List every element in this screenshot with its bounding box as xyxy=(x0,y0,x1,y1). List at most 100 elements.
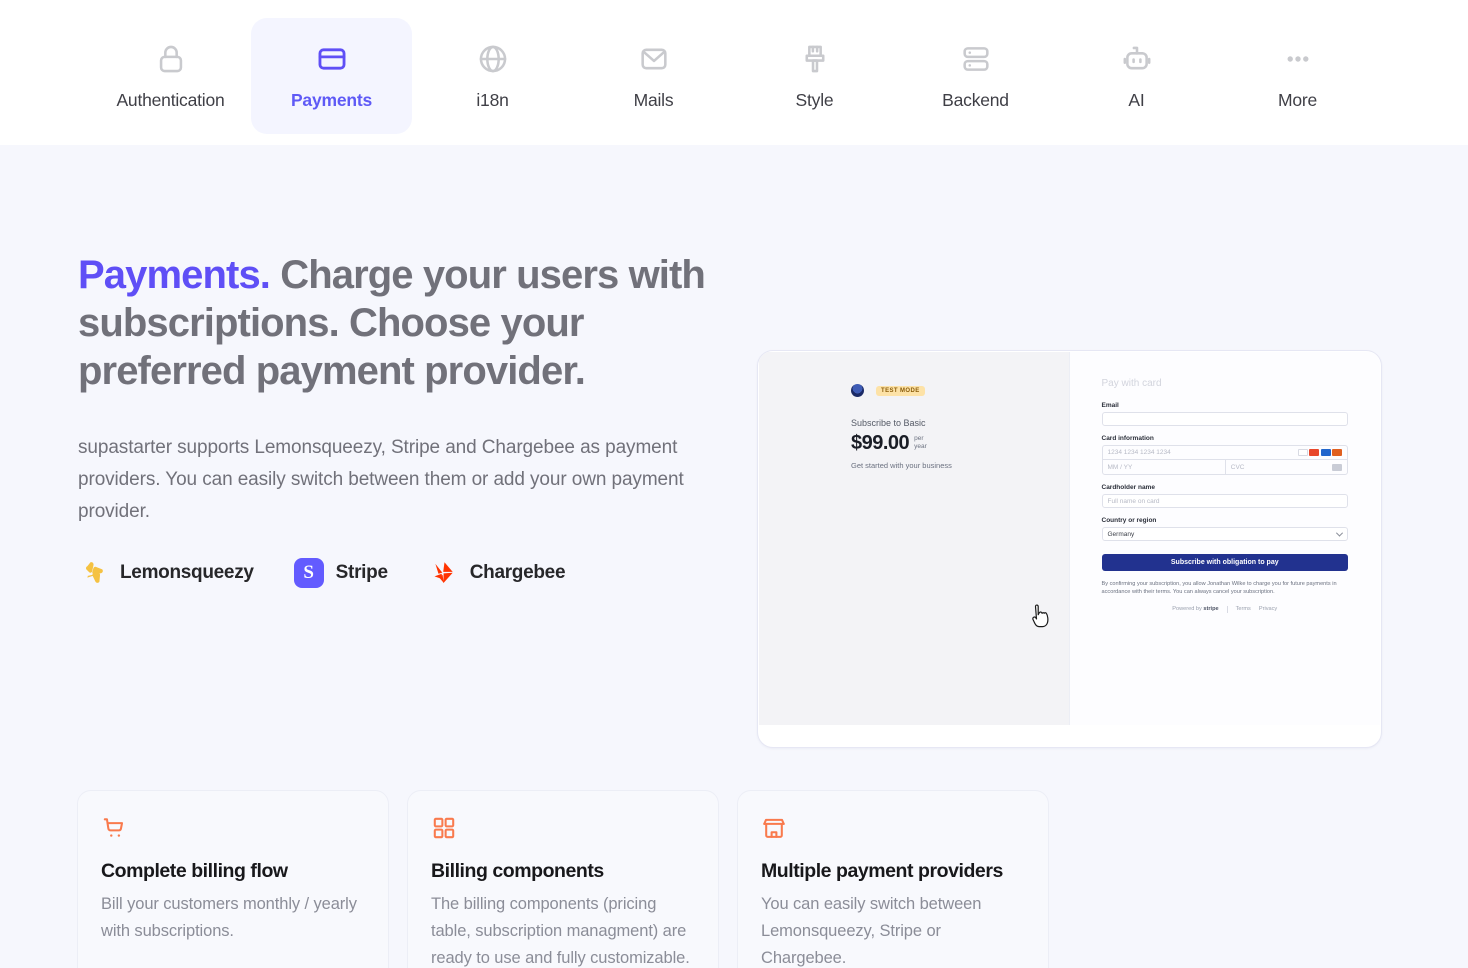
top-navigation: Authentication Payments i18n Mails Style… xyxy=(0,0,1468,145)
checkout-form-panel: Pay with card Email Card information 123… xyxy=(1069,352,1380,725)
provider-name: Chargebee xyxy=(469,562,566,583)
provider-chargebee[interactable]: Chargebee xyxy=(428,558,566,588)
card-brand-marks xyxy=(1297,449,1342,456)
paintbrush-icon xyxy=(798,42,832,76)
cardholder-input[interactable]: Full name on card xyxy=(1101,494,1348,508)
main-content: Payments. Charge your users with subscri… xyxy=(0,145,1468,968)
envelope-icon xyxy=(637,42,671,76)
nav-item-i18n[interactable]: i18n xyxy=(412,18,573,134)
visa-icon xyxy=(1297,449,1308,456)
robot-icon xyxy=(1120,42,1154,76)
nav-label: Backend xyxy=(942,89,1009,110)
card-cvc-input[interactable]: CVC xyxy=(1224,460,1347,474)
feature-card-multiple-payment-providers: Multiple payment providers You can easil… xyxy=(737,790,1049,968)
lemonsqueezy-logo-icon xyxy=(78,558,108,588)
chevron-down-icon xyxy=(1335,529,1344,537)
nav-label: i18n xyxy=(476,89,509,110)
nav-label: Style xyxy=(795,89,834,110)
checkout-summary-panel: TEST MODE Subscribe to Basic $99.00 per … xyxy=(759,352,1070,725)
card-information-label: Card information xyxy=(1101,435,1154,442)
nav-item-authentication[interactable]: Authentication xyxy=(90,18,251,134)
email-field-group: Email xyxy=(1101,402,1348,426)
stripe-logo-mark: S xyxy=(303,562,314,583)
ellipsis-icon xyxy=(1281,42,1315,76)
globe-icon xyxy=(476,42,510,76)
feature-card-billing-components: Billing components The billing component… xyxy=(407,790,719,968)
form-title: Pay with card xyxy=(1101,378,1162,389)
powered-by-text: Powered by xyxy=(1172,606,1202,613)
card-title: Billing components xyxy=(431,860,604,882)
checkout-mock: TEST MODE Subscribe to Basic $99.00 per … xyxy=(759,352,1380,725)
page-title-accent: Payments. xyxy=(78,253,271,297)
country-value: Germany xyxy=(1107,530,1135,538)
cardholder-label: Cardholder name xyxy=(1101,484,1155,491)
merchant-logo-icon xyxy=(851,384,864,397)
preview-frame: TEST MODE Subscribe to Basic $99.00 per … xyxy=(757,350,1382,748)
card-title: Complete billing flow xyxy=(101,860,288,882)
country-group: Country or region Germany xyxy=(1101,517,1348,541)
privacy-link[interactable]: Privacy xyxy=(1259,606,1277,612)
cvc-hint-icon xyxy=(1332,463,1342,471)
provider-name: Stripe xyxy=(335,562,388,583)
nav-label: More xyxy=(1277,89,1318,110)
cardholder-group: Cardholder name Full name on card xyxy=(1101,484,1348,508)
nav-items: Authentication Payments i18n Mails Style… xyxy=(90,18,1378,134)
cvc-placeholder: CVC xyxy=(1230,463,1245,471)
legal-text: By confirming your subscription, you all… xyxy=(1101,581,1337,596)
card-description: Bill your customers monthly / yearly wit… xyxy=(101,895,357,940)
nav-item-payments[interactable]: Payments xyxy=(251,18,412,134)
provider-lemonsqueezy[interactable]: Lemonsqueezy xyxy=(78,558,254,588)
price-period-line1: per xyxy=(914,435,924,442)
nav-item-mails[interactable]: Mails xyxy=(573,18,734,134)
grid-squares-icon xyxy=(431,815,457,841)
provider-list: Lemonsqueezy S Stripe Chargebee xyxy=(78,558,708,588)
shopping-cart-icon xyxy=(101,815,127,841)
subscribe-label: Subscribe to Basic xyxy=(851,418,926,428)
card-title: Multiple payment providers xyxy=(761,860,1003,882)
provider-stripe[interactable]: S Stripe xyxy=(293,558,388,588)
card-input-stack: 1234 1234 1234 1234 MM / YY CVC xyxy=(1101,445,1348,475)
country-label: Country or region xyxy=(1101,517,1157,524)
card-description: The billing components (pricing table, s… xyxy=(431,895,690,967)
card-info-group: Card information 1234 1234 1234 1234 MM … xyxy=(1101,435,1348,475)
storefront-icon xyxy=(761,815,787,841)
nav-label: Mails xyxy=(633,89,674,110)
server-icon xyxy=(959,42,993,76)
powered-by-label: Powered by stripe xyxy=(1172,606,1218,612)
email-input[interactable] xyxy=(1101,412,1348,426)
nav-label: Authentication xyxy=(116,89,225,110)
submit-payment-button[interactable]: Subscribe with obligation to pay xyxy=(1101,554,1348,571)
nav-label: AI xyxy=(1128,89,1145,110)
stripe-wordmark: stripe xyxy=(1203,606,1219,613)
provider-name: Lemonsqueezy xyxy=(120,562,254,583)
chargebee-logo-icon xyxy=(428,558,458,588)
price-period: per year xyxy=(914,435,927,451)
powered-divider xyxy=(1226,605,1228,613)
nav-item-backend[interactable]: Backend xyxy=(895,18,1056,134)
powered-by-row: Powered by stripe Terms Privacy xyxy=(1102,605,1349,613)
stripe-logo-icon: S xyxy=(293,558,324,588)
country-select[interactable]: Germany xyxy=(1101,527,1348,541)
amex-icon xyxy=(1320,449,1331,456)
feature-card-complete-billing-flow: Complete billing flow Bill your customer… xyxy=(77,790,389,968)
price-row: $99.00 per year xyxy=(851,432,1069,455)
checkout-preview: TEST MODE Subscribe to Basic $99.00 per … xyxy=(757,350,1382,748)
test-mode-badge: TEST MODE xyxy=(876,385,925,396)
feature-card-list: Complete billing flow Bill your customer… xyxy=(77,790,1049,968)
mouse-cursor-icon xyxy=(1032,604,1049,628)
nav-item-ai[interactable]: AI xyxy=(1056,18,1217,134)
card-number-input[interactable]: 1234 1234 1234 1234 xyxy=(1102,446,1347,460)
card-description: You can easily switch between Lemonsquee… xyxy=(761,895,982,967)
terms-link[interactable]: Terms xyxy=(1236,606,1251,612)
card-expiry-input[interactable]: MM / YY xyxy=(1103,460,1225,474)
nav-item-style[interactable]: Style xyxy=(734,18,895,134)
checkout-brand-row: TEST MODE xyxy=(851,384,1069,397)
plan-description: Get started with your business xyxy=(851,461,952,470)
price-amount: $99.00 xyxy=(851,432,910,454)
page-title: Payments. Charge your users with subscri… xyxy=(78,251,708,395)
mastercard-icon xyxy=(1309,449,1319,456)
card-expiry-cvc-row: MM / YY CVC xyxy=(1103,460,1348,474)
price-period-line2: year xyxy=(914,443,927,450)
hero-description: supastarter supports Lemonsqueezy, Strip… xyxy=(78,437,684,522)
nav-item-more[interactable]: More xyxy=(1217,18,1378,134)
